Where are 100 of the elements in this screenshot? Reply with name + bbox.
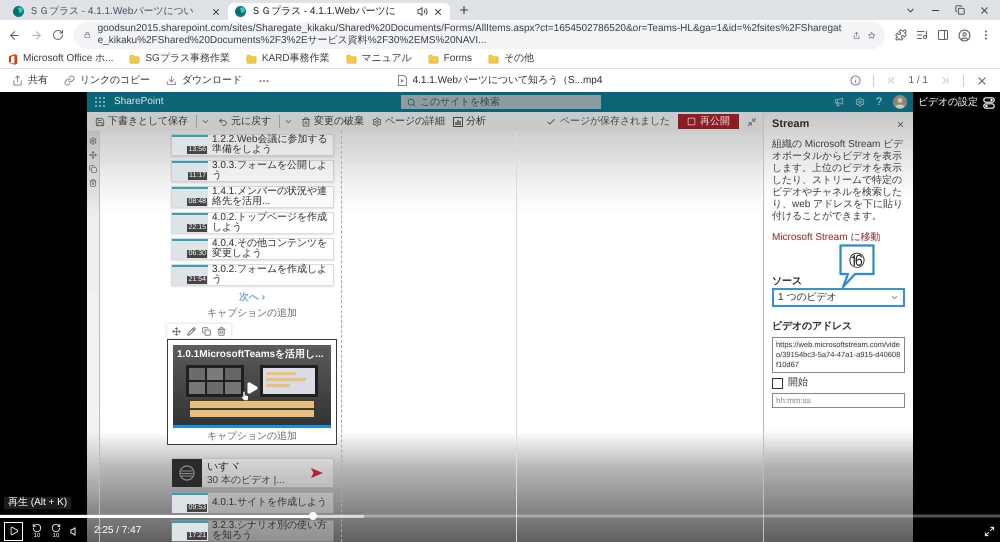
video-title: 1.0.1MicrosoftTeamsを活用し... <box>177 349 324 361</box>
bookmark-link[interactable]: Forms <box>428 53 472 65</box>
delete-icon[interactable] <box>217 326 226 336</box>
fullscreen-icon[interactable] <box>984 526 995 536</box>
tab-title: ＳＧプラス - 4.1.1.Webパーツに <box>251 6 396 18</box>
delete-icon[interactable] <box>89 179 97 187</box>
play-icon[interactable] <box>245 381 259 395</box>
save-status: ページが保存されました <box>560 116 670 128</box>
selected-video-webpart[interactable]: 1.0.1MicrosoftTeamsを活用し... キャプションの追加 <box>167 339 337 445</box>
address-field[interactable] <box>74 22 885 48</box>
close-icon[interactable] <box>211 6 221 16</box>
edit-icon[interactable] <box>187 326 196 336</box>
close-icon[interactable] <box>896 120 905 129</box>
progress-track[interactable] <box>0 512 1000 520</box>
play-arrow-icon[interactable] <box>311 468 323 478</box>
video-thumbnail[interactable]: 1.0.1MicrosoftTeamsを活用し... <box>173 345 331 425</box>
start-checkbox[interactable] <box>772 378 783 388</box>
pointer-cursor-icon <box>241 391 249 401</box>
collapse-icon[interactable] <box>747 116 757 126</box>
rewind-icon <box>32 523 42 533</box>
restore-icon[interactable] <box>955 5 965 15</box>
stream-link[interactable]: Microsoft Stream に移動 <box>772 232 880 244</box>
folder-icon <box>488 54 499 64</box>
video-title: 4.0.2.トップページを作成しよう <box>212 213 328 233</box>
bookmark-link[interactable]: Microsoft Office ホ... <box>8 53 114 65</box>
share-button[interactable]: 共有 <box>12 74 48 86</box>
caption-placeholder[interactable]: キャプションの追加 <box>207 430 297 443</box>
bookmark-star-icon[interactable] <box>868 30 875 40</box>
move-icon[interactable] <box>89 151 97 159</box>
callout-bubble: ⑯ <box>839 244 875 288</box>
caption-placeholder[interactable]: キャプションの追加 <box>207 307 297 320</box>
avatar-icon[interactable] <box>893 95 907 109</box>
download-button[interactable]: ダウンロード <box>166 74 242 86</box>
undo-button[interactable]: 元に戻す <box>218 116 271 128</box>
republish-button[interactable]: 再公開 <box>678 114 739 129</box>
bookmark-link[interactable]: KARD事務作業 <box>246 53 330 65</box>
channel-subtitle: 30 本のビデオ |... <box>207 474 285 486</box>
channel-title: いすヾ <box>207 460 240 472</box>
search-icon <box>407 98 416 106</box>
app-name: SharePoint <box>114 96 164 108</box>
app-launcher-icon[interactable] <box>95 97 105 107</box>
move-icon[interactable] <box>172 326 181 336</box>
video-title: 3.0.2.フォームを作成しよう <box>212 265 328 285</box>
back-icon[interactable] <box>8 28 21 42</box>
info-icon[interactable] <box>850 75 861 86</box>
play-button[interactable] <box>4 522 23 540</box>
start-time-field[interactable]: hh:mm:ss <box>772 393 905 408</box>
video-settings-button[interactable]: ビデオの設定 <box>918 97 995 109</box>
office-logo-icon <box>8 54 18 64</box>
search-field[interactable]: このサイトを検索 <box>401 95 601 109</box>
new-tab-icon[interactable] <box>458 4 470 16</box>
play-icon <box>8 526 18 536</box>
close-icon[interactable] <box>976 74 988 86</box>
browser-tab[interactable]: ＳＧプラス - 4.1.1.Webパーツについ <box>6 3 228 20</box>
next-link[interactable]: 次へ › <box>238 290 266 305</box>
square-icon <box>687 117 696 126</box>
tab-title: ＳＧプラス - 4.1.1.Webパーツについ <box>29 6 194 18</box>
source-dropdown[interactable]: 1 つのビデオ <box>772 288 905 307</box>
caret-icon[interactable] <box>284 117 293 126</box>
url-text: goodsun2015.sharepoint.com/sites/Sharegate_kikaku/Shared%20Documents/Forms/AllItems.aspx?ct=1654502786520&or=Teams-HL&ga=1&id=%2fsites%2FSharegate_kikaku%2FShared%20Documents%2F3%2Eサービス資料%2F30%2EMS%20NAVI... <box>98 23 842 47</box>
bookmark-link[interactable]: マニュアル <box>346 53 412 65</box>
analytics-button[interactable]: 分析 <box>453 116 486 128</box>
source-label: ソース <box>772 276 802 288</box>
save-draft-button[interactable]: 下書きとして保存 <box>95 116 188 128</box>
folder-icon <box>346 54 357 64</box>
video-title: 4.0.4.その他コンテンツを変更しよう <box>212 239 328 259</box>
reload-icon[interactable] <box>52 29 64 41</box>
folder-icon <box>129 54 140 64</box>
file-name: 4.1.1.Webパーツについて知ろう（S...mp4 <box>412 74 602 86</box>
speaker-icon[interactable] <box>417 6 428 17</box>
profile-icon[interactable] <box>958 28 971 42</box>
puzzle-icon[interactable] <box>895 29 907 41</box>
help-button[interactable]: ? <box>876 96 882 108</box>
gear-icon[interactable] <box>89 137 97 145</box>
browser-tab[interactable]: ＳＧプラス - 4.1.1.Webパーツに <box>228 3 450 20</box>
video-title: 3.2.3.シナリオ別の使い方を知ろう <box>212 521 328 541</box>
share-icon[interactable] <box>853 30 861 40</box>
copy-link-button[interactable]: リンクのコピー <box>64 74 150 86</box>
close-icon[interactable] <box>433 6 443 16</box>
channel-card[interactable]: いすヾ 30 本のビデオ |... <box>171 458 334 488</box>
megaphone-icon[interactable] <box>834 97 844 107</box>
duplicate-icon[interactable] <box>202 326 211 336</box>
bookmark-link[interactable]: SGプラス事務作業 <box>129 53 230 65</box>
close-icon[interactable] <box>979 4 990 16</box>
duplicate-icon[interactable] <box>89 165 97 173</box>
bookmark-link[interactable]: その他 <box>488 53 534 65</box>
undo-icon <box>218 116 228 126</box>
settings-icon[interactable] <box>854 97 865 107</box>
address-label: ビデオのアドレス <box>772 321 852 333</box>
discard-changes-button[interactable]: 変更の破棄 <box>301 116 364 128</box>
page-details-button[interactable]: ページの詳細 <box>372 116 445 128</box>
caret-icon[interactable] <box>201 117 210 126</box>
side-panel-icon[interactable] <box>937 29 949 41</box>
link-icon <box>64 75 75 86</box>
caret-icon <box>890 293 899 302</box>
tooltip: 再生 (Alt + K) <box>4 497 72 509</box>
toggle-icon <box>983 97 995 109</box>
share-icon <box>12 75 23 86</box>
playlist-icon[interactable] <box>916 29 928 41</box>
pane-description: 組織の Microsoft Stream ビデオポータルからビデオを表示します。上位のビデオを表示したり、ストリームで特定のビデオやチャネルを検索したり、web アドレスを下に貼り付けることができます。 <box>772 139 904 223</box>
